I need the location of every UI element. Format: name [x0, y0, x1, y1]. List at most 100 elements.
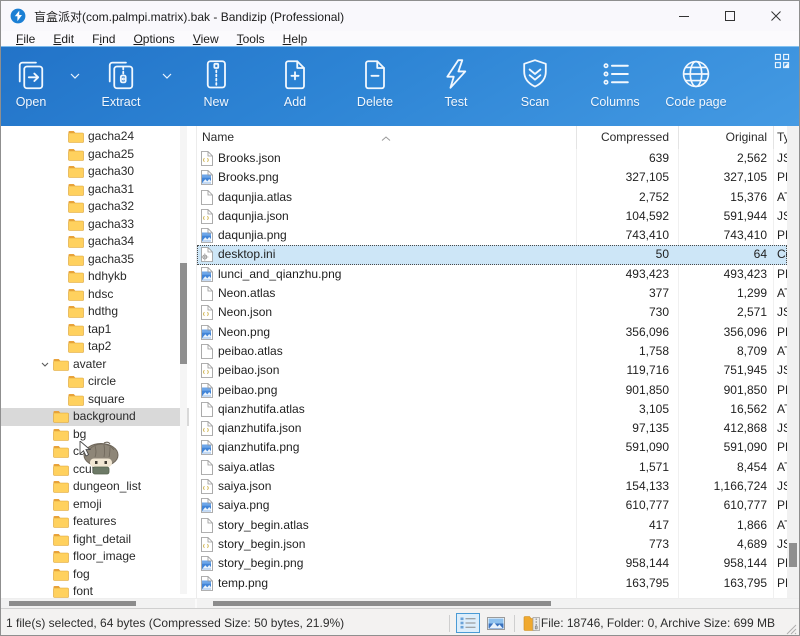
filelist-vertical-scrollbar[interactable]	[787, 126, 799, 598]
menu-options[interactable]: Options	[124, 32, 183, 46]
file-row-peibao.atlas[interactable]: peibao.atlas1,7588,709ATLAS File	[197, 342, 787, 361]
toolbar-open-button[interactable]: Open	[1, 54, 61, 120]
toolbar-layout-grid-icon[interactable]	[773, 52, 791, 70]
column-divider[interactable]	[576, 126, 577, 149]
tree-item-emoji[interactable]: emoji	[1, 496, 189, 514]
sidebar-vertical-scrollbar[interactable]	[180, 126, 187, 594]
filelist-horizontal-scrollbar-thumb[interactable]	[213, 601, 551, 606]
panel-splitter[interactable]	[189, 126, 197, 598]
tree-item-dungeon_list[interactable]: dungeon_list	[1, 478, 189, 496]
file-name: daqunjia.atlas	[218, 188, 292, 207]
tree-item-background[interactable]: background	[1, 408, 189, 426]
thumbnail-view-button[interactable]	[484, 613, 508, 633]
menu-file[interactable]: File	[7, 32, 44, 46]
tree-item-fight_detail[interactable]: fight_detail	[1, 531, 189, 549]
column-divider[interactable]	[773, 126, 774, 149]
maximize-button[interactable]	[707, 1, 753, 31]
file-row-peibao.png[interactable]: peibao.png901,850901,850PNG File	[197, 381, 787, 400]
file-row-desktop.ini[interactable]: desktop.ini5064Configuration settings	[197, 245, 787, 264]
atlas-file-icon	[200, 190, 213, 205]
menu-view[interactable]: View	[184, 32, 228, 46]
close-button[interactable]	[753, 1, 799, 31]
menu-tools[interactable]: Tools	[228, 32, 274, 46]
toolbar-code-page-button[interactable]: Code page	[661, 54, 731, 120]
tree-item-bg[interactable]: bg	[1, 426, 189, 444]
tree-item-avater[interactable]: avater	[1, 356, 189, 374]
tree-item-hdsc[interactable]: hdsc	[1, 286, 189, 304]
file-row-saiya.png[interactable]: saiya.png610,777610,777PNG File	[197, 496, 787, 515]
tree-item-hdthg[interactable]: hdthg	[1, 303, 189, 321]
file-row-qianzhutifa.atlas[interactable]: qianzhutifa.atlas3,10516,562ATLAS File	[197, 400, 787, 419]
toolbar-add-button[interactable]: Add	[251, 54, 339, 120]
toolbar-columns-button[interactable]: Columns	[569, 54, 661, 120]
toolbar-extract-button[interactable]: Extract	[89, 54, 153, 120]
column-header-original[interactable]: Original	[726, 126, 767, 149]
tree-item-circle[interactable]: circle	[1, 373, 189, 391]
toolbar-new-button[interactable]: New	[181, 54, 251, 120]
tree-item-features[interactable]: features	[1, 513, 189, 531]
file-row-story_begin.png[interactable]: story_begin.png958,144958,144PNG File	[197, 554, 787, 573]
column-header-compressed[interactable]: Compressed	[601, 126, 669, 149]
tree-item-floor_image[interactable]: floor_image	[1, 548, 189, 566]
file-row-temp.png[interactable]: temp.png163,795163,795PNG File	[197, 574, 787, 593]
tree-item-tap2[interactable]: tap2	[1, 338, 189, 356]
toolbar-scan-button[interactable]: Scan	[501, 54, 569, 120]
file-row-daqunjia.json[interactable]: daqunjia.json104,592591,944JSON File	[197, 207, 787, 226]
tree-item-square[interactable]: square	[1, 391, 189, 409]
file-type: JSON File	[777, 477, 787, 496]
expanded-chevron-icon[interactable]	[37, 356, 53, 373]
tree-item-gacha33[interactable]: gacha33	[1, 216, 189, 234]
file-row-daqunjia.atlas[interactable]: daqunjia.atlas2,75215,376ATLAS File	[197, 188, 787, 207]
column-header-name[interactable]: Name	[202, 126, 234, 149]
tree-item-gacha31[interactable]: gacha31	[1, 181, 189, 199]
tree-item-tap1[interactable]: tap1	[1, 321, 189, 339]
extract-dropdown-chevron-icon[interactable]	[153, 54, 181, 98]
file-name: saiya.png	[218, 496, 269, 515]
menu-help[interactable]: Help	[274, 32, 317, 46]
tree-item-card[interactable]: card	[1, 443, 189, 461]
file-row-saiya.json[interactable]: saiya.json154,1331,166,724JSON File	[197, 477, 787, 496]
tree-item-font[interactable]: font	[1, 583, 189, 598]
resize-grip[interactable]	[785, 623, 797, 635]
file-row-Brooks.png[interactable]: Brooks.png327,105327,105PNG File	[197, 168, 787, 187]
sidebar-horizontal-scrollbar-thumb[interactable]	[9, 601, 136, 606]
tree-item-gacha34[interactable]: gacha34	[1, 233, 189, 251]
folder-icon	[53, 533, 69, 546]
column-divider[interactable]	[678, 126, 679, 149]
folder-icon	[53, 515, 69, 528]
open-dropdown-chevron-icon[interactable]	[61, 54, 89, 98]
tree-item-hdhykb[interactable]: hdhykb	[1, 268, 189, 286]
png-file-icon	[200, 228, 213, 243]
file-row-story_begin.json[interactable]: story_begin.json7734,689JSON File	[197, 535, 787, 554]
file-row-story_begin.atlas[interactable]: story_begin.atlas4171,866ATLAS File	[197, 516, 787, 535]
tree-item-gacha30[interactable]: gacha30	[1, 163, 189, 181]
menu-find[interactable]: Find	[83, 32, 124, 46]
chevron-slot	[37, 583, 53, 598]
tree-item-gacha24[interactable]: gacha24	[1, 128, 189, 146]
file-row-Neon.atlas[interactable]: Neon.atlas3771,299ATLAS File	[197, 284, 787, 303]
toolbar-button-label: Columns	[590, 95, 639, 109]
file-row-qianzhutifa.json[interactable]: qianzhutifa.json97,135412,868JSON File	[197, 419, 787, 438]
tree-item-gacha35[interactable]: gacha35	[1, 251, 189, 269]
tree-item-gacha25[interactable]: gacha25	[1, 146, 189, 164]
file-row-lunci_and_qianzhu.png[interactable]: lunci_and_qianzhu.png493,423493,423PNG F…	[197, 265, 787, 284]
file-row-Neon.png[interactable]: Neon.png356,096356,096PNG File	[197, 323, 787, 342]
sidebar-vertical-scrollbar-thumb[interactable]	[180, 263, 187, 364]
title-bar[interactable]: 盲盒派对(com.palmpi.matrix).bak - Bandizip (…	[1, 1, 799, 31]
tree-item-gacha32[interactable]: gacha32	[1, 198, 189, 216]
minimize-button[interactable]	[661, 1, 707, 31]
details-view-button[interactable]	[456, 613, 480, 633]
file-row-daqunjia.png[interactable]: daqunjia.png743,410743,410PNG File	[197, 226, 787, 245]
file-row-saiya.atlas[interactable]: saiya.atlas1,5718,454ATLAS File	[197, 458, 787, 477]
file-row-peibao.json[interactable]: peibao.json119,716751,945JSON File	[197, 361, 787, 380]
file-row-Neon.json[interactable]: Neon.json7302,571JSON File	[197, 303, 787, 322]
file-row-qianzhutifa.png[interactable]: qianzhutifa.png591,090591,090PNG File	[197, 438, 787, 457]
file-name: Brooks.png	[218, 168, 279, 187]
tree-item-ccui[interactable]: ccui	[1, 461, 189, 479]
menu-edit[interactable]: Edit	[44, 32, 83, 46]
tree-item-fog[interactable]: fog	[1, 566, 189, 584]
toolbar-delete-button[interactable]: Delete	[339, 54, 411, 120]
file-row-Brooks.json[interactable]: Brooks.json6392,562JSON File	[197, 149, 787, 168]
toolbar-test-button[interactable]: Test	[411, 54, 501, 120]
filelist-vertical-scrollbar-thumb[interactable]	[789, 543, 797, 567]
